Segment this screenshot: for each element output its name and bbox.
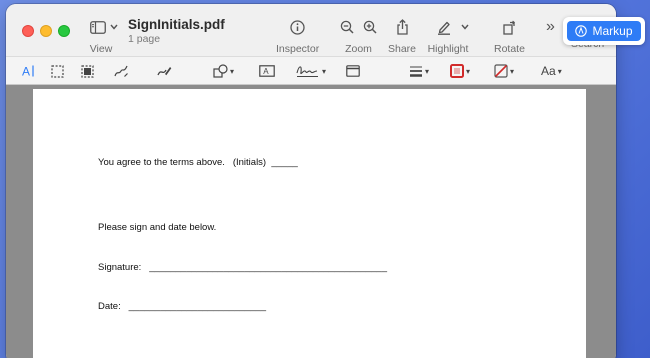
draw-tool[interactable] bbox=[157, 62, 172, 80]
date-label: Date: bbox=[98, 301, 121, 312]
close-button[interactable] bbox=[22, 25, 34, 37]
share-button[interactable]: Share bbox=[388, 16, 416, 55]
inspector-label: Inspector bbox=[276, 43, 320, 55]
redact-tool[interactable] bbox=[81, 62, 94, 80]
zoom-out-icon[interactable] bbox=[340, 20, 354, 34]
dashed-rectangle-icon bbox=[51, 64, 64, 78]
title-toolbar: View SignInitials.pdf 1 page Inspector Z… bbox=[6, 4, 616, 56]
chevron-down-icon: ▾ bbox=[510, 66, 515, 76]
line-weight-icon bbox=[410, 66, 422, 77]
chevron-down-icon: ▾ bbox=[557, 66, 562, 76]
rotate-label: Rotate bbox=[494, 43, 525, 55]
inspector-button[interactable]: Inspector bbox=[276, 16, 319, 55]
line-style-tool[interactable]: ▾ bbox=[409, 62, 429, 80]
note-tool[interactable] bbox=[346, 62, 360, 80]
zoom-controls[interactable]: Zoom bbox=[340, 16, 377, 55]
share-label: Share bbox=[388, 43, 417, 55]
preview-window: View SignInitials.pdf 1 page Inspector Z… bbox=[6, 4, 616, 358]
fill-color-tool[interactable]: ▾ bbox=[494, 62, 514, 80]
view-label: View bbox=[89, 43, 113, 55]
markup-toolbar: A ▾ A ▾ ▾ ▾ ▾ Aa ▾ bbox=[6, 56, 616, 85]
zoom-in-icon[interactable] bbox=[363, 20, 377, 34]
border-color-tool[interactable]: ▾ bbox=[450, 62, 470, 80]
text-selection-tool[interactable]: A bbox=[22, 62, 36, 80]
more-tools-button[interactable]: » bbox=[546, 16, 555, 38]
redact-icon bbox=[81, 64, 94, 78]
minimize-button[interactable] bbox=[40, 25, 52, 37]
chevron-down-icon: ▾ bbox=[425, 66, 430, 76]
document-name[interactable]: SignInitials.pdf bbox=[128, 17, 225, 32]
chevron-down-icon: ▾ bbox=[466, 66, 471, 76]
zoom-window-button[interactable] bbox=[58, 25, 70, 37]
shapes-tool[interactable]: ▾ bbox=[213, 62, 234, 80]
text-box-tool[interactable]: A bbox=[259, 62, 275, 80]
share-icon bbox=[396, 19, 408, 35]
note-window-icon bbox=[346, 65, 360, 77]
svg-text:A: A bbox=[22, 65, 30, 79]
date-line: Date: __________________________ bbox=[98, 301, 266, 312]
rotate-icon bbox=[503, 20, 515, 35]
markup-button[interactable]: Markup bbox=[563, 17, 645, 45]
document-page-count: 1 page bbox=[128, 33, 161, 45]
signature-line: Signature: _____________________________… bbox=[98, 262, 387, 273]
text-style-tool[interactable]: Aa ▾ bbox=[541, 62, 562, 80]
text-cursor-icon: A bbox=[22, 65, 34, 79]
chevron-down-icon[interactable] bbox=[461, 24, 469, 30]
highlighter-icon bbox=[438, 21, 450, 35]
zoom-label: Zoom bbox=[345, 43, 372, 55]
sidebar-icon bbox=[90, 20, 106, 34]
more-chevrons-icon: » bbox=[546, 18, 555, 35]
sign-tool[interactable]: ▾ bbox=[296, 62, 326, 80]
info-icon bbox=[290, 19, 305, 35]
shapes-icon bbox=[213, 64, 228, 78]
chevron-down-icon: ▾ bbox=[230, 66, 235, 76]
border-color-icon bbox=[450, 64, 464, 78]
pdf-page[interactable]: You agree to the terms above. (Initials)… bbox=[33, 89, 586, 358]
text-style-label: Aa bbox=[541, 64, 556, 78]
agreement-line: You agree to the terms above. (Initials)… bbox=[98, 157, 298, 168]
draw-icon bbox=[157, 67, 172, 76]
signature-field[interactable]: ________________________________________… bbox=[149, 262, 387, 273]
view-menu-button[interactable]: View bbox=[90, 16, 118, 55]
document-canvas[interactable]: You agree to the terms above. (Initials)… bbox=[6, 85, 616, 358]
instruction-line: Please sign and date below. bbox=[98, 222, 217, 233]
rectangular-selection-tool[interactable] bbox=[51, 62, 64, 80]
markup-pen-icon bbox=[575, 25, 588, 37]
sketch-tool[interactable] bbox=[114, 62, 129, 80]
sketch-icon bbox=[114, 65, 128, 77]
signature-icon bbox=[296, 66, 318, 77]
date-field[interactable]: __________________________ bbox=[129, 301, 266, 312]
highlight-label: Highlight bbox=[427, 43, 469, 55]
text-box-icon: A bbox=[259, 65, 275, 77]
markup-button-face[interactable]: Markup bbox=[567, 21, 641, 41]
svg-text:A: A bbox=[263, 67, 269, 76]
fill-color-none-icon bbox=[494, 64, 508, 78]
rotate-button[interactable]: Rotate bbox=[494, 16, 525, 55]
chevron-down-icon bbox=[110, 24, 118, 30]
highlight-button[interactable]: Highlight bbox=[428, 16, 469, 55]
signature-label: Signature: bbox=[98, 262, 142, 273]
document-title-area: SignInitials.pdf 1 page bbox=[128, 17, 225, 45]
markup-label: Markup bbox=[592, 24, 633, 38]
chevron-down-icon: ▾ bbox=[322, 66, 327, 76]
